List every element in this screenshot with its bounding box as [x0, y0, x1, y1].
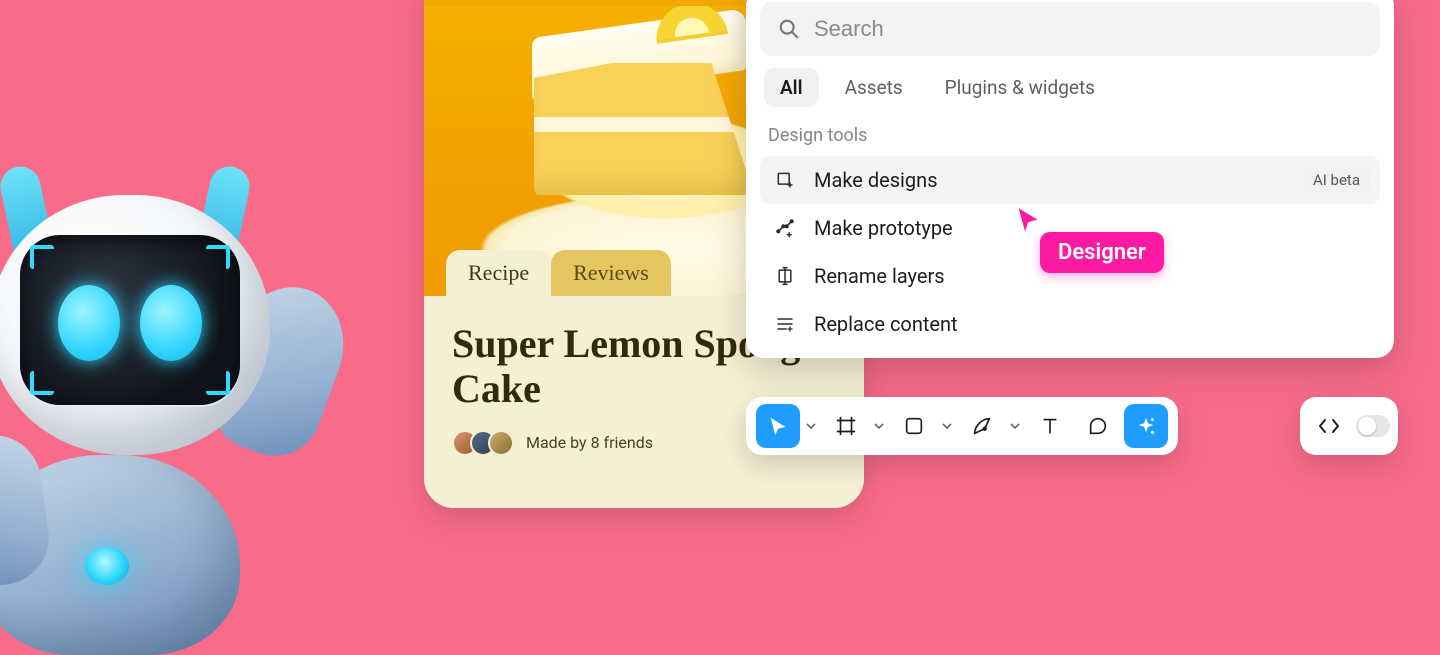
tab-recipe[interactable]: Recipe — [446, 250, 551, 296]
collaborator-label: Designer — [1040, 232, 1164, 273]
section-label-design-tools: Design tools — [768, 125, 1372, 146]
robot-illustration — [0, 125, 340, 645]
dev-mode-toggle[interactable] — [1356, 415, 1390, 437]
dev-mode-button[interactable] — [1308, 405, 1350, 447]
design-toolbar — [746, 397, 1178, 455]
prototype-icon — [774, 218, 796, 238]
tool-frame[interactable] — [824, 404, 868, 448]
tool-move-caret[interactable] — [802, 404, 820, 448]
tool-comment[interactable] — [1076, 404, 1120, 448]
replace-content-icon — [774, 314, 796, 334]
filter-tab-all[interactable]: All — [764, 68, 819, 107]
search-row[interactable] — [760, 2, 1380, 56]
tool-rectangle-caret[interactable] — [938, 404, 956, 448]
command-panel: All Assets Plugins & widgets Design tool… — [746, 0, 1394, 358]
filter-tab-plugins[interactable]: Plugins & widgets — [929, 68, 1111, 107]
tool-rectangle[interactable] — [892, 404, 936, 448]
ai-beta-badge: AI beta — [1303, 167, 1370, 193]
tool-pen-caret[interactable] — [1006, 404, 1024, 448]
tool-pen[interactable] — [960, 404, 1004, 448]
tool-move[interactable] — [756, 404, 800, 448]
filter-tab-assets[interactable]: Assets — [829, 68, 919, 107]
search-icon — [778, 18, 800, 40]
frame-plus-icon — [774, 170, 796, 190]
tool-text[interactable] — [1028, 404, 1072, 448]
tool-make-designs[interactable]: Make designs AI beta — [760, 156, 1380, 204]
tool-replace-content[interactable]: Replace content — [760, 300, 1380, 348]
dev-mode-pill — [1300, 397, 1398, 455]
search-input[interactable] — [814, 16, 1362, 42]
tool-ai-sparkle[interactable] — [1124, 404, 1168, 448]
tab-reviews[interactable]: Reviews — [551, 250, 671, 296]
friend-avatars — [452, 430, 514, 456]
rename-layers-icon — [774, 266, 796, 286]
tool-frame-caret[interactable] — [870, 404, 888, 448]
